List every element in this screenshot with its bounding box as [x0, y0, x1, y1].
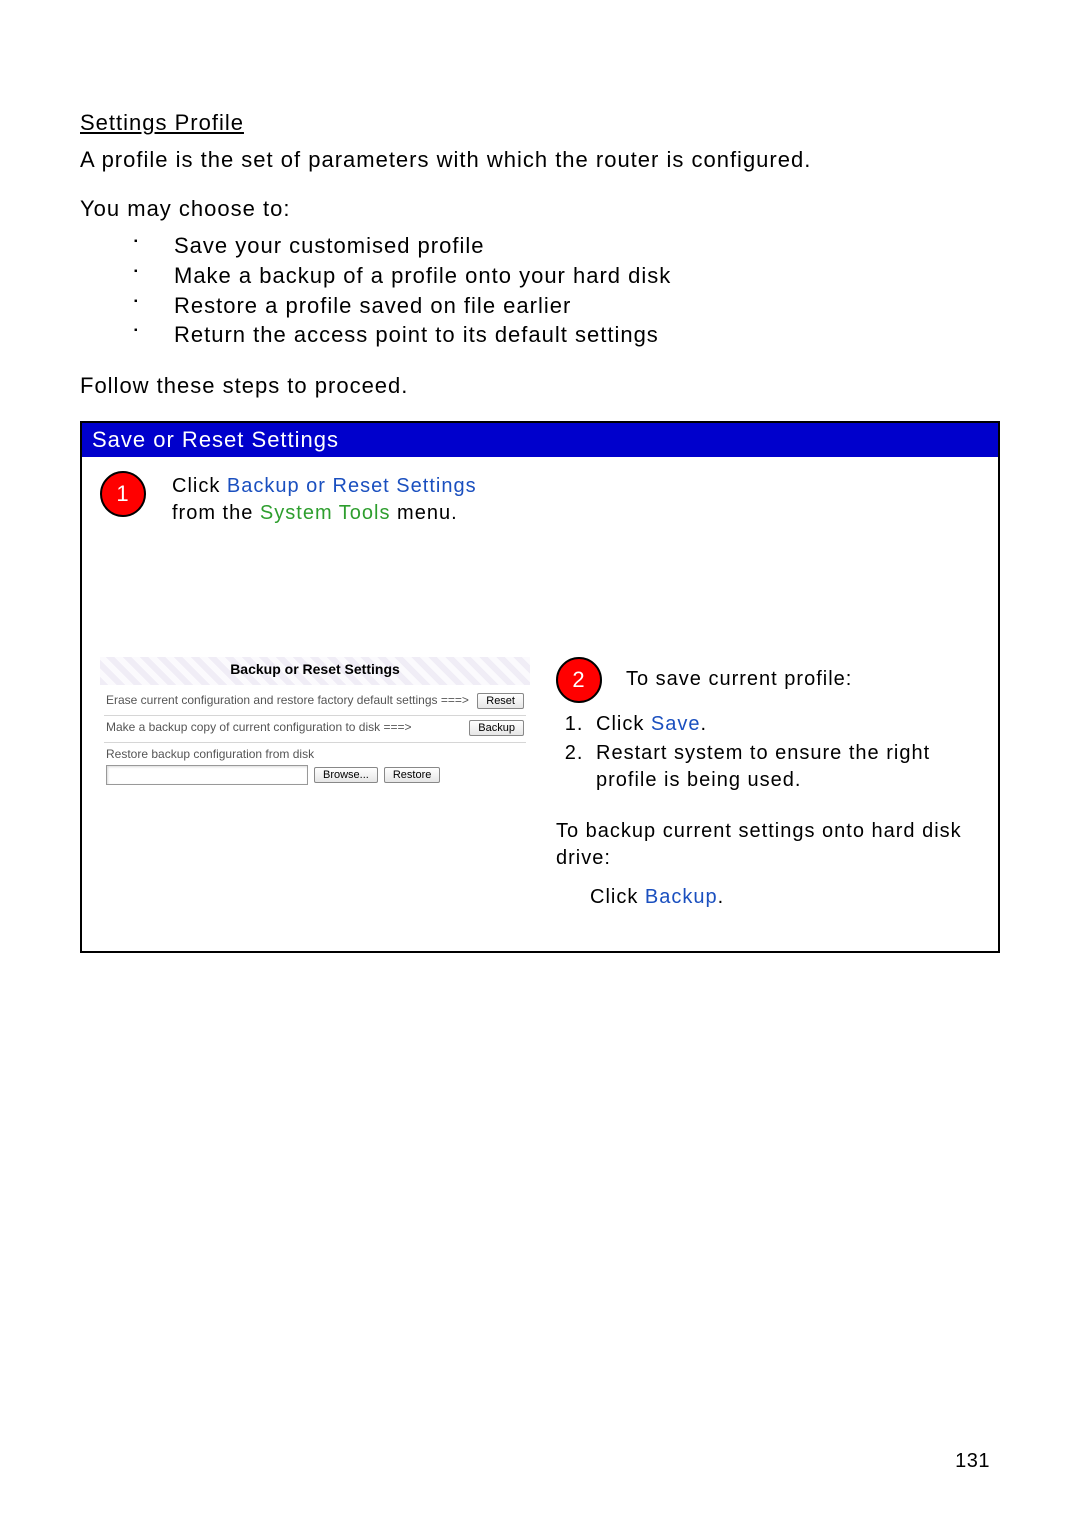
- panel-row-label: Make a backup copy of current configurat…: [106, 720, 463, 734]
- list-item: Click Save.: [590, 711, 980, 738]
- text: from the: [172, 502, 260, 524]
- file-path-input[interactable]: [106, 765, 308, 785]
- list-item: Restart system to ensure the right profi…: [590, 740, 980, 794]
- text: menu.: [391, 502, 458, 524]
- step-1-text: Click Backup or Reset Settings from the …: [172, 473, 477, 527]
- text: .: [718, 886, 725, 908]
- browse-button[interactable]: Browse...: [314, 767, 378, 783]
- backup-button[interactable]: Backup: [469, 720, 524, 736]
- step-badge-1: 1: [100, 471, 146, 517]
- restore-button[interactable]: Restore: [384, 767, 441, 783]
- reset-button[interactable]: Reset: [477, 693, 524, 709]
- text: Click: [596, 713, 651, 735]
- backup-intro: To backup current settings onto hard dis…: [556, 818, 980, 872]
- link-backup: Backup: [645, 886, 718, 908]
- panel-row-label: Erase current configuration and restore …: [106, 693, 471, 707]
- box-header: Save or Reset Settings: [82, 423, 998, 457]
- text: .: [700, 713, 707, 735]
- panel-row-reset: Erase current configuration and restore …: [104, 689, 526, 716]
- panel-row-restore: Restore backup configuration from disk B…: [104, 743, 526, 791]
- link-save: Save: [651, 713, 701, 735]
- follow-paragraph: Follow these steps to proceed.: [80, 372, 1000, 401]
- list-item: Return the access point to its default s…: [130, 320, 1000, 350]
- save-intro: To save current profile:: [626, 666, 852, 693]
- list-item: Make a backup of a profile onto your har…: [130, 261, 1000, 291]
- choices-list: Save your customised profile Make a back…: [130, 231, 1000, 350]
- step-badge-2: 2: [556, 657, 602, 703]
- panel-title: Backup or Reset Settings: [100, 657, 530, 685]
- panel-row-backup: Make a backup copy of current configurat…: [104, 716, 526, 743]
- backup-step: Click Backup.: [590, 884, 980, 911]
- save-steps-list: Click Save. Restart system to ensure the…: [590, 711, 980, 794]
- menu-system-tools: System Tools: [260, 502, 391, 524]
- section-title: Settings Profile: [80, 110, 1000, 136]
- list-item: Restore a profile saved on file earlier: [130, 291, 1000, 321]
- step-1: 1 Click Backup or Reset Settings from th…: [100, 471, 980, 527]
- instruction-box: Save or Reset Settings 1 Click Backup or…: [80, 421, 1000, 953]
- text: Click: [590, 886, 645, 908]
- intro-paragraph: A profile is the set of parameters with …: [80, 146, 1000, 175]
- choose-intro: You may choose to:: [80, 195, 1000, 224]
- settings-panel-screenshot: Backup or Reset Settings Erase current c…: [100, 657, 530, 795]
- panel-row-label: Restore backup configuration from disk: [106, 747, 524, 761]
- list-item: Save your customised profile: [130, 231, 1000, 261]
- step-2: 2 To save current profile: Click Save. R…: [556, 657, 980, 911]
- page-number: 131: [955, 1450, 990, 1473]
- link-backup-or-reset: Backup or Reset Settings: [227, 475, 477, 497]
- text: Click: [172, 475, 227, 497]
